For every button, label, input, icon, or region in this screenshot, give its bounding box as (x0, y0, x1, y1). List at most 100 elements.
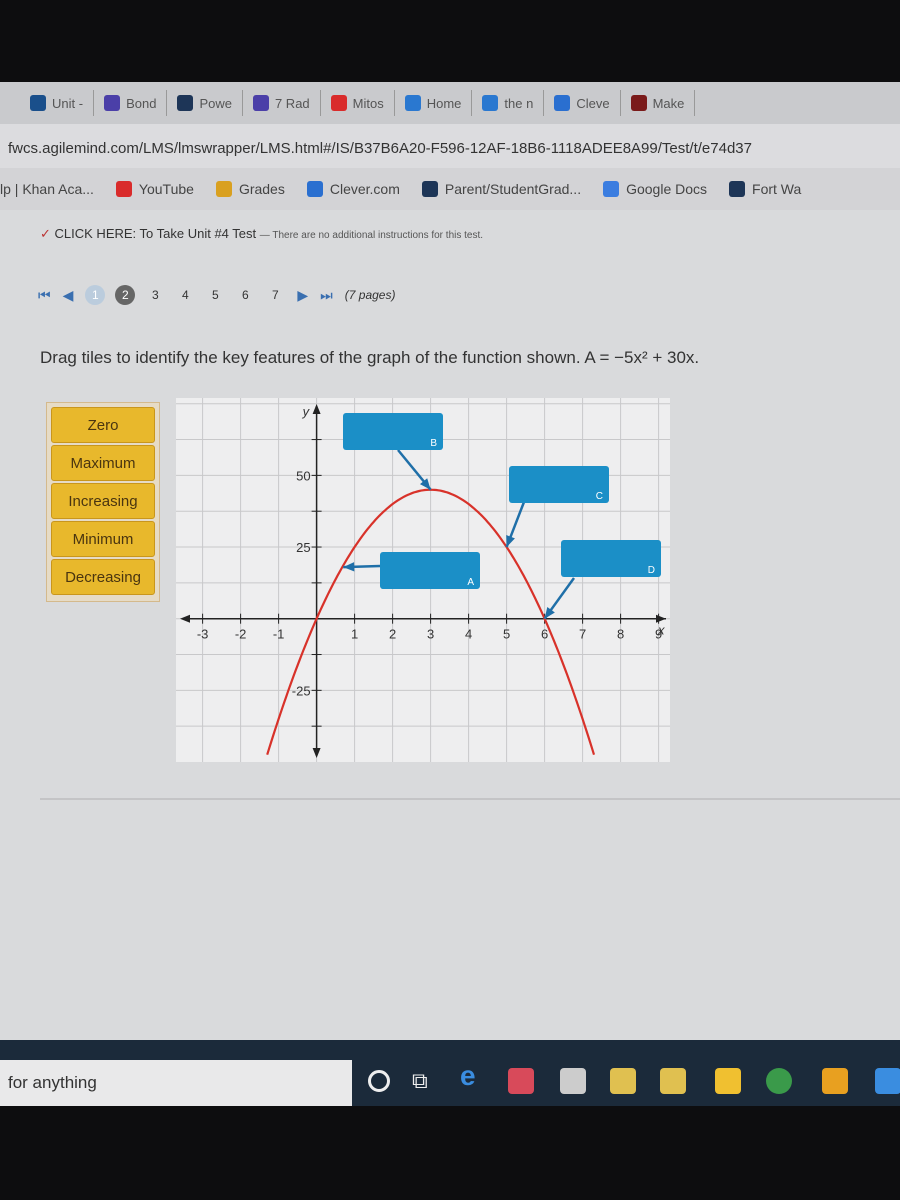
y-tick-label: -25 (292, 683, 311, 698)
function-graph: -3 -2 -1 1 2 3 4 5 6 7 8 95025-25xyBCAD (176, 398, 670, 762)
cortana-icon[interactable] (368, 1070, 390, 1092)
list-icon (252, 95, 269, 111)
page-1[interactable]: 1 (85, 285, 106, 305)
first-page-icon[interactable]: ⏮ (38, 287, 51, 304)
tile-increasing[interactable]: Increasing (51, 483, 155, 519)
bookmarks-bar: lp | Khan Aca... YouTube Grades Clever.com P… (0, 168, 900, 210)
x-tick-label: -1 (273, 627, 285, 642)
x-tick-label: 5 (503, 627, 510, 642)
p-icon (421, 181, 438, 197)
page-5[interactable]: 5 (205, 285, 225, 305)
browser-tab[interactable]: the n (472, 90, 545, 116)
bookmark-label: YouTube (138, 181, 194, 197)
tile-zero[interactable]: Zero (51, 407, 155, 443)
c-circle-icon (482, 95, 499, 111)
tab-label: Powe (199, 95, 232, 111)
bookmark-label: Clever.com (329, 181, 400, 197)
drop-target-label: D (648, 565, 655, 576)
x-tick-label: 8 (617, 627, 624, 642)
browser-tab[interactable]: Unit - (20, 90, 95, 116)
tile-maximum[interactable]: Maximum (51, 445, 155, 481)
bookmark-label: Google Docs (626, 181, 708, 197)
bookmark[interactable]: Google Docs (603, 181, 707, 197)
docs-icon (603, 181, 620, 197)
notice-note: — There are no additional instructions f… (259, 230, 484, 241)
x-tick-label: -3 (197, 627, 209, 642)
tile-minimum[interactable]: Minimum (51, 521, 155, 557)
bookmark[interactable]: lp | Khan Aca... (0, 181, 94, 197)
browser-tab[interactable]: Mitos (321, 90, 395, 116)
task-view-icon[interactable]: ⧉ (412, 1068, 438, 1094)
browser-tab[interactable]: Powe (167, 90, 243, 116)
browser-tab[interactable]: 7 Rad (243, 90, 321, 116)
app-icon[interactable] (875, 1068, 900, 1094)
test-notice: ✓ CLICK HERE: To Take Unit #4 Test — The… (40, 226, 483, 242)
app-icon[interactable] (508, 1068, 534, 1094)
browser-tab[interactable]: Bond (94, 90, 168, 116)
drop-target-d[interactable] (561, 540, 661, 577)
page-count: (7 pages) (344, 288, 396, 302)
drop-target-c[interactable] (509, 466, 609, 503)
p-icon (177, 95, 194, 111)
page-7[interactable]: 7 (265, 285, 285, 305)
bookmark-label: Fort Wa (752, 181, 802, 197)
bookmark[interactable]: Fort Wa (729, 181, 801, 197)
y-tick-label: 25 (296, 540, 310, 555)
tab-label: the n (504, 95, 534, 111)
drop-target-a[interactable] (380, 552, 480, 589)
checklist-icon: ✓ (40, 226, 51, 241)
drop-target-b[interactable] (343, 413, 443, 450)
grades-icon (215, 181, 232, 197)
tab-label: Unit - (52, 95, 84, 111)
tab-label: Cleve (576, 95, 610, 111)
app-icon[interactable] (660, 1068, 686, 1094)
make-icon (630, 95, 647, 111)
x-tick-label: 1 (351, 627, 358, 642)
divider (40, 798, 900, 800)
bookmark-label: Grades (238, 181, 285, 197)
tab-label: Bond (126, 95, 157, 111)
last-page-icon[interactable]: ⏭ (320, 287, 333, 304)
prev-page-icon[interactable]: ◀ (63, 287, 74, 304)
edge-icon[interactable]: e (460, 1060, 486, 1091)
chrome-icon[interactable] (766, 1068, 792, 1094)
store-icon[interactable] (560, 1068, 586, 1094)
file-explorer-icon[interactable] (610, 1068, 636, 1094)
drop-target-label: A (467, 577, 474, 588)
tile-bank: Zero Maximum Increasing Minimum Decreasing (46, 402, 160, 602)
browser-tab-strip: Unit - Bond Powe 7 Rad Mitos Home the n Cleve Ma… (0, 82, 900, 124)
question-prompt: Drag tiles to identify the key features … (40, 348, 700, 367)
bookmark[interactable]: Parent/StudentGrad... (421, 181, 582, 197)
x-tick-label: 3 (427, 627, 434, 642)
taskbar-search[interactable]: for anything (0, 1060, 352, 1106)
bookmark-label: Parent/StudentGrad... (444, 181, 582, 197)
tab-label: Make (652, 95, 685, 111)
take-test-link[interactable]: CLICK HERE: To Take Unit #4 Test (55, 226, 257, 241)
word-icon[interactable] (715, 1068, 741, 1094)
page-2[interactable]: 2 (115, 285, 136, 305)
bookmark[interactable]: Clever.com (306, 181, 400, 197)
x-tick-label: 6 (541, 627, 548, 642)
x-tick-label: 7 (579, 627, 586, 642)
browser-tab[interactable]: Cleve (544, 90, 621, 116)
page-4[interactable]: 4 (175, 285, 195, 305)
x-tick-label: 2 (389, 627, 396, 642)
browser-tab[interactable]: Home (395, 90, 473, 116)
clever-icon (306, 181, 323, 197)
page-6[interactable]: 6 (235, 285, 255, 305)
c-circle-icon (404, 95, 421, 111)
bookmark[interactable]: YouTube (115, 181, 194, 197)
tab-label: Home (426, 95, 462, 111)
browser-tab[interactable]: Make (621, 90, 696, 116)
page-3[interactable]: 3 (145, 285, 165, 305)
bookmark[interactable]: Grades (215, 181, 285, 197)
x-axis-label: x (657, 623, 665, 638)
next-page-icon[interactable]: ▶ (297, 287, 308, 304)
y-tick-label: 50 (296, 468, 310, 483)
clever-icon (554, 95, 571, 111)
tile-decreasing[interactable]: Decreasing (51, 559, 155, 595)
address-bar[interactable]: fwcs.agilemind.com/LMS/lmswrapper/LMS.ht… (0, 124, 900, 168)
app-icon[interactable] (822, 1068, 848, 1094)
x-tick-label: -2 (235, 627, 247, 642)
fw-icon (729, 181, 746, 197)
